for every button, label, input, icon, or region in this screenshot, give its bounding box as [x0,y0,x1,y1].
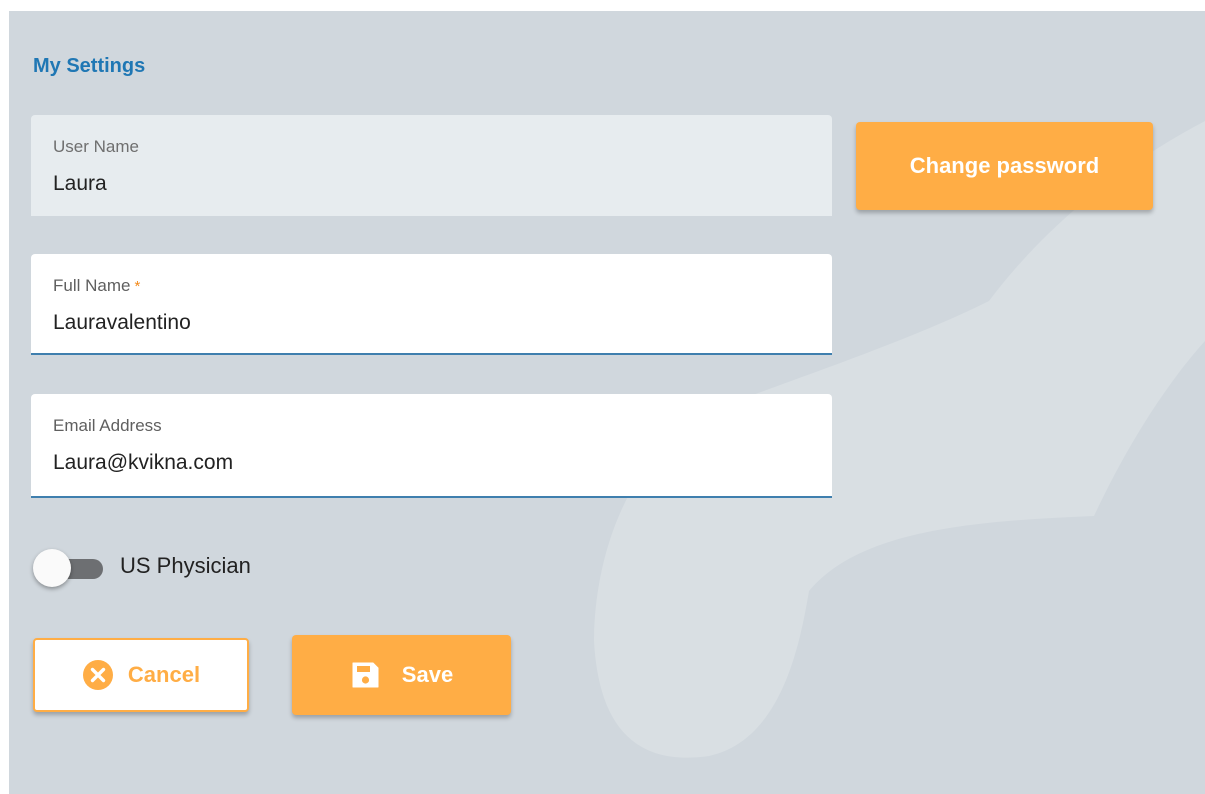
user-name-field: User Name Laura [31,115,832,216]
cancel-circle-icon [82,659,114,691]
us-physician-toggle[interactable] [33,549,105,589]
full-name-label-text: Full Name [53,276,131,295]
full-name-input[interactable]: Lauravalentino [53,311,191,335]
change-password-button[interactable]: Change password [856,122,1153,210]
cancel-label: Cancel [127,662,201,687]
save-label: Save [401,662,454,687]
user-name-value: Laura [53,172,107,195]
email-label: Email Address [53,416,162,435]
settings-panel: My Settings User Name Laura Change passw… [9,11,1205,794]
required-marker: * [134,278,141,295]
email-input[interactable]: Laura@kvikna.com [53,451,233,475]
full-name-label: Full Name * [53,276,140,296]
us-physician-label[interactable]: US Physician [120,553,251,579]
full-name-field[interactable]: Full Name * Lauravalentino [31,254,832,355]
page-title: My Settings [33,55,146,77]
save-button[interactable]: Save [292,635,511,715]
user-name-label: User Name [53,137,139,156]
cancel-button[interactable]: Cancel [33,638,249,712]
email-field[interactable]: Email Address Laura@kvikna.com [31,394,832,498]
toggle-knob[interactable] [33,549,71,587]
floppy-disk-icon [350,660,380,690]
